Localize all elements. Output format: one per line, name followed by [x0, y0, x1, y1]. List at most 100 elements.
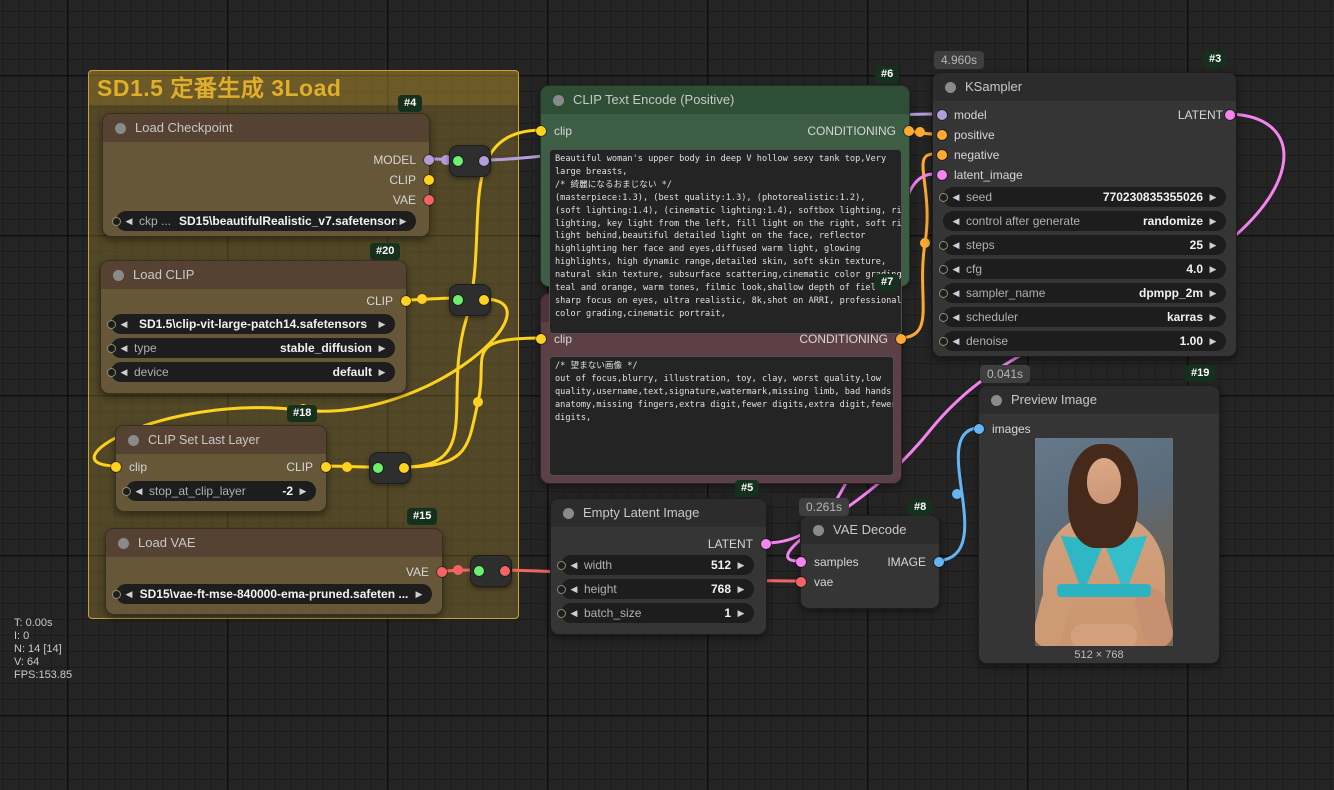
conditioning-output-port[interactable]: [904, 126, 914, 136]
negative-input-port[interactable]: [937, 150, 947, 160]
reroute-vae[interactable]: [470, 555, 512, 587]
widget-input-dot[interactable]: [107, 368, 116, 377]
node-graph-canvas[interactable]: SD1.5 定番生成 3Load: [0, 0, 1334, 790]
clip-input-port[interactable]: [536, 126, 546, 136]
control-after-generate-widget[interactable]: ◀ control after generate randomize ▶: [943, 211, 1226, 231]
prev-value-arrow-icon[interactable]: ◀: [568, 584, 580, 595]
prev-value-arrow-icon[interactable]: ◀: [950, 192, 962, 203]
width-widget[interactable]: ◀ width 512 ▶: [561, 555, 754, 575]
clip-output-port[interactable]: [321, 462, 331, 472]
reroute-input-port[interactable]: [373, 463, 383, 473]
prev-value-arrow-icon[interactable]: ◀: [950, 264, 962, 275]
widget-input-dot[interactable]: [939, 313, 948, 322]
collapse-dot-icon[interactable]: [991, 395, 1002, 406]
node-positive-title[interactable]: CLIP Text Encode (Positive): [541, 86, 909, 114]
reroute-model[interactable]: [449, 145, 491, 177]
next-value-arrow-icon[interactable]: ▶: [1207, 336, 1219, 347]
sampler-name-widget[interactable]: ◀ sampler_name dpmpp_2m ▶: [943, 283, 1226, 303]
images-input-port[interactable]: [974, 424, 984, 434]
seed-widget[interactable]: ◀ seed 770230835355026 ▶: [943, 187, 1226, 207]
latent-output-port[interactable]: [1225, 110, 1235, 120]
samples-input-port[interactable]: [796, 557, 806, 567]
conditioning-output-port[interactable]: [896, 334, 906, 344]
prev-value-arrow-icon[interactable]: ◀: [950, 336, 962, 347]
collapse-dot-icon[interactable]: [118, 538, 129, 549]
reroute-input-port[interactable]: [453, 295, 463, 305]
node-preview-image-title[interactable]: Preview Image: [979, 386, 1219, 414]
clip-output-port[interactable]: [424, 175, 434, 185]
node-empty-latent-title[interactable]: Empty Latent Image: [551, 499, 766, 527]
reroute-output-port[interactable]: [500, 566, 510, 576]
widget-input-dot[interactable]: [557, 585, 566, 594]
prev-value-arrow-icon[interactable]: ◀: [950, 240, 962, 251]
next-value-arrow-icon[interactable]: ▶: [1207, 312, 1219, 323]
node-clip-set-last-layer-title[interactable]: CLIP Set Last Layer: [116, 426, 326, 454]
prev-value-arrow-icon[interactable]: ◀: [123, 216, 135, 227]
height-widget[interactable]: ◀ height 768 ▶: [561, 579, 754, 599]
stop-at-clip-layer-widget[interactable]: ◀ stop_at_clip_layer -2 ▶: [126, 481, 316, 501]
denoise-widget[interactable]: ◀ denoise 1.00 ▶: [943, 331, 1226, 351]
widget-input-dot[interactable]: [939, 265, 948, 274]
widget-input-dot[interactable]: [939, 337, 948, 346]
node-load-vae-title[interactable]: Load VAE: [106, 529, 442, 557]
next-value-arrow-icon[interactable]: ▶: [1207, 240, 1219, 251]
prev-value-arrow-icon[interactable]: ◀: [568, 560, 580, 571]
next-value-arrow-icon[interactable]: ▶: [1207, 192, 1219, 203]
widget-input-dot[interactable]: [939, 289, 948, 298]
next-value-arrow-icon[interactable]: ▶: [735, 584, 747, 595]
collapse-dot-icon[interactable]: [553, 95, 564, 106]
next-value-arrow-icon[interactable]: ▶: [376, 343, 388, 354]
collapse-dot-icon[interactable]: [945, 82, 956, 93]
collapse-dot-icon[interactable]: [813, 525, 824, 536]
steps-widget[interactable]: ◀ steps 25 ▶: [943, 235, 1226, 255]
node-ksampler-title[interactable]: KSampler: [933, 73, 1236, 101]
next-value-arrow-icon[interactable]: ▶: [297, 486, 309, 497]
cfg-widget[interactable]: ◀ cfg 4.0 ▶: [943, 259, 1226, 279]
positive-input-port[interactable]: [937, 130, 947, 140]
reroute-clip-2[interactable]: [369, 452, 411, 484]
group-title[interactable]: SD1.5 定番生成 3Load: [89, 71, 518, 105]
widget-input-dot[interactable]: [939, 241, 948, 250]
widget-input-dot[interactable]: [557, 609, 566, 618]
negative-prompt-textarea[interactable]: /* 望まない画像 */ out of focus,blurry, illust…: [549, 356, 894, 476]
widget-input-dot[interactable]: [112, 590, 121, 599]
next-value-arrow-icon[interactable]: ▶: [376, 367, 388, 378]
collapse-dot-icon[interactable]: [128, 435, 139, 446]
next-value-arrow-icon[interactable]: ▶: [1207, 216, 1219, 227]
latent-image-input-port[interactable]: [937, 170, 947, 180]
clip-input-port[interactable]: [536, 334, 546, 344]
prev-value-arrow-icon[interactable]: ◀: [118, 319, 130, 330]
prev-value-arrow-icon[interactable]: ◀: [118, 343, 130, 354]
prev-value-arrow-icon[interactable]: ◀: [118, 367, 130, 378]
prev-value-arrow-icon[interactable]: ◀: [950, 216, 962, 227]
vae-input-port[interactable]: [796, 577, 806, 587]
reroute-input-port[interactable]: [453, 156, 463, 166]
widget-input-dot[interactable]: [939, 193, 948, 202]
collapse-dot-icon[interactable]: [115, 123, 126, 134]
reroute-input-port[interactable]: [474, 566, 484, 576]
clip-input-port[interactable]: [111, 462, 121, 472]
next-value-arrow-icon[interactable]: ▶: [1207, 264, 1219, 275]
prev-value-arrow-icon[interactable]: ◀: [133, 486, 145, 497]
widget-input-dot[interactable]: [557, 561, 566, 570]
node-load-clip-title[interactable]: Load CLIP: [101, 261, 406, 289]
type-widget[interactable]: ◀ type stable_diffusion ▶: [111, 338, 395, 358]
widget-input-dot[interactable]: [112, 217, 121, 226]
device-widget[interactable]: ◀ device default ▶: [111, 362, 395, 382]
next-value-arrow-icon[interactable]: ▶: [735, 560, 747, 571]
next-value-arrow-icon[interactable]: ▶: [1207, 288, 1219, 299]
ckpt-name-widget[interactable]: ◀ ckp ... SD15\beautifulRealistic_v7.saf…: [116, 211, 416, 231]
next-value-arrow-icon[interactable]: ▶: [376, 319, 388, 330]
collapse-dot-icon[interactable]: [563, 508, 574, 519]
reroute-output-port[interactable]: [479, 156, 489, 166]
model-output-port[interactable]: [424, 155, 434, 165]
model-input-port[interactable]: [937, 110, 947, 120]
vae-output-port[interactable]: [437, 567, 447, 577]
next-value-arrow-icon[interactable]: ▶: [397, 216, 409, 227]
vae-output-port[interactable]: [424, 195, 434, 205]
prev-value-arrow-icon[interactable]: ◀: [568, 608, 580, 619]
next-value-arrow-icon[interactable]: ▶: [735, 608, 747, 619]
vae-name-widget[interactable]: ◀ SD15\vae-ft-mse-840000-ema-pruned.safe…: [116, 584, 432, 604]
collapse-dot-icon[interactable]: [113, 270, 124, 281]
node-load-checkpoint-title[interactable]: Load Checkpoint: [103, 114, 429, 142]
